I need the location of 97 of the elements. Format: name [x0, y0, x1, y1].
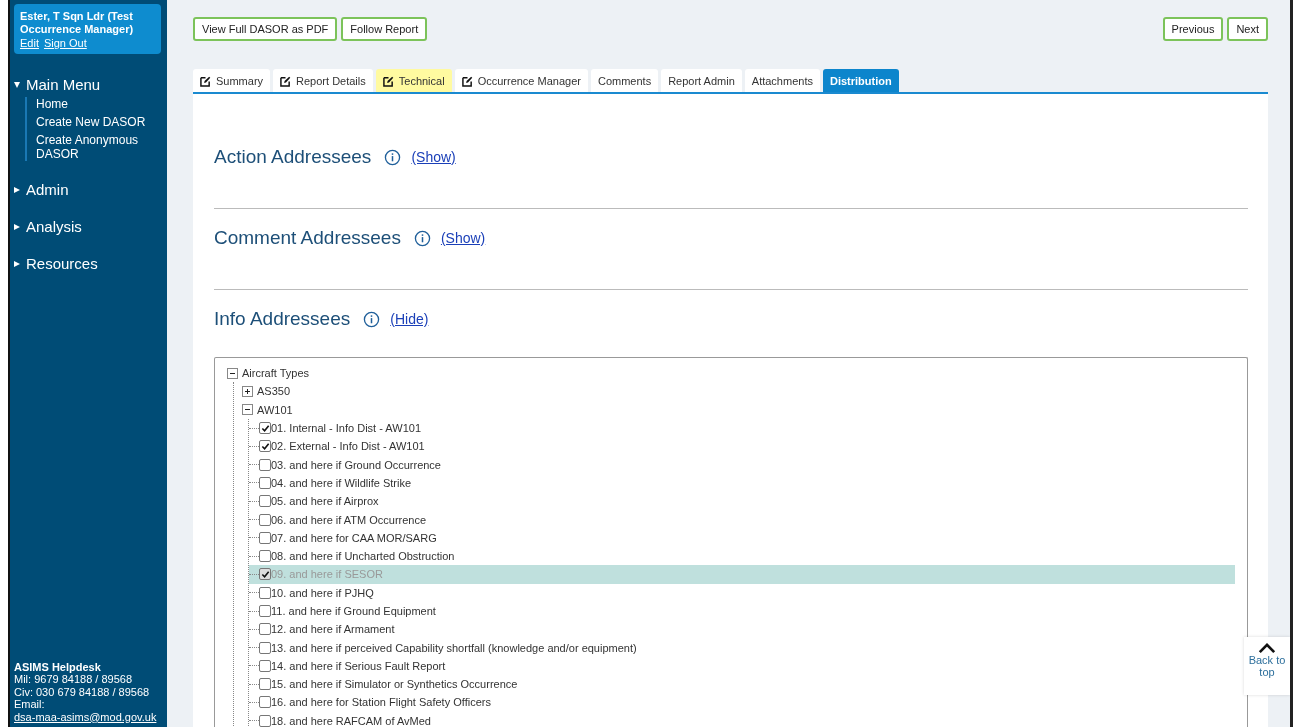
helpdesk-phone: Civ: 030 679 84188 / 89568 — [14, 685, 151, 698]
user-link[interactable]: Edit — [20, 37, 39, 49]
tab[interactable]: Summary — [193, 69, 271, 92]
toolbar-button[interactable]: Follow Report — [341, 17, 428, 41]
checkbox[interactable] — [259, 714, 271, 727]
section-title: Action Addressees — [214, 146, 372, 168]
option-label: 11. and here if Ground Equipment — [271, 605, 436, 617]
menu-item[interactable]: Create Anonymous DASOR — [36, 133, 167, 161]
option-label: 16. and here for Station Flight Safety Officers — [271, 696, 491, 709]
edit-icon — [280, 75, 292, 87]
edit-icon — [200, 75, 211, 87]
section-title: Info Addressees — [214, 308, 351, 330]
info-icon[interactable] — [413, 229, 431, 247]
tab[interactable]: Technical — [375, 69, 452, 92]
caret-up-icon — [1258, 643, 1276, 654]
user-name: Ester, T Sqn Ldr (Test Occurrence Manager) — [20, 10, 135, 36]
option-label: 12. and here if Armament — [271, 623, 395, 636]
checkbox[interactable] — [259, 550, 271, 563]
checkbox[interactable] — [259, 495, 271, 508]
checkbox[interactable] — [259, 696, 271, 709]
menu-heading[interactable]: Analysis — [26, 218, 82, 235]
option-label: 14. and here if Serious Fault Report — [271, 659, 446, 672]
tab[interactable]: Attachments — [744, 69, 820, 92]
tree-row[interactable]: 08. and here if Uncharted Obstruction — [249, 546, 1235, 566]
toggle-link[interactable]: (Show) — [440, 230, 486, 246]
tree-item[interactable]: AW101 — [257, 403, 293, 416]
option-label: 13. and here if perceived Capability shortfall (knowledge and/or equipment) — [271, 641, 637, 654]
minus-icon[interactable] — [242, 404, 253, 416]
tree-row[interactable]: 15. and here if Simulator or Synthetics Occurrence — [249, 675, 1235, 694]
option-label: 18. and here RAFCAM of AvMed — [271, 714, 431, 727]
tree-row[interactable]: 11. and here if Ground Equipment — [249, 601, 1235, 621]
checkbox[interactable] — [259, 586, 271, 599]
tree-row[interactable]: 06. and here if ATM Occurrence — [249, 510, 1235, 529]
tree-row[interactable]: 03. and here if Ground Occurrence — [249, 455, 1235, 474]
option-label: 06. and here if ATM Occurrence — [271, 513, 427, 526]
edit-icon — [461, 75, 473, 87]
checkbox[interactable] — [259, 605, 271, 617]
tree-row[interactable]: 14. and here if Serious Fault Report — [249, 656, 1235, 676]
menu-heading[interactable]: Resources — [26, 255, 98, 272]
tab[interactable]: Occurrence Manager — [454, 69, 588, 92]
checkbox[interactable] — [259, 422, 271, 435]
option-label: 15. and here if Simulator or Synthetics Occurrence — [271, 678, 518, 691]
edit-icon — [382, 75, 394, 87]
option-label: 02. External - Info Dist - AW101 — [271, 440, 425, 453]
tab[interactable]: Distribution — [822, 69, 899, 92]
toggle-link[interactable]: (Show) — [411, 149, 456, 165]
tree-item[interactable]: Aircraft Types — [242, 367, 310, 380]
tree-row[interactable]: 18. and here RAFCAM of AvMed — [249, 711, 1235, 727]
minus-icon[interactable] — [227, 367, 238, 379]
menu-item[interactable]: Home — [36, 97, 167, 111]
info-icon[interactable] — [363, 310, 381, 328]
checkbox[interactable] — [259, 513, 271, 526]
tab[interactable]: Report Details — [273, 69, 373, 92]
checkbox[interactable] — [259, 531, 271, 544]
toolbar-button[interactable]: View Full DASOR as PDF — [193, 17, 338, 41]
option-label: 03. and here if Ground Occurrence — [271, 458, 441, 471]
email-label: Email: — [14, 698, 45, 710]
nav-button[interactable]: Previous — [1162, 17, 1224, 41]
tree-row[interactable]: 13. and here if perceived Capability shortfall (knowledge and/or equipment) — [249, 638, 1235, 657]
helpdesk-title: ASIMS Helpdesk — [14, 660, 102, 673]
tree-row[interactable]: 02. External - Info Dist - AW101 — [249, 437, 1235, 456]
tree-row[interactable]: 12. and here if Armament — [249, 620, 1235, 639]
option-label: 10. and here if PJHQ — [271, 586, 374, 599]
helpdesk-phone: Mil: 9679 84188 / 89568 — [14, 673, 134, 686]
tree-item[interactable]: AS350 — [257, 385, 291, 398]
tree-row[interactable]: 04. and here if Wildlife Strike — [249, 473, 1235, 493]
option-label: 07. and here for CAA MOR/SARG — [271, 531, 437, 544]
plus-icon[interactable] — [242, 385, 253, 397]
option-label: 05. and here if Airprox — [271, 495, 379, 508]
option-label: 09. and here if SESOR — [271, 568, 383, 581]
toggle-link[interactable]: (Hide) — [390, 311, 429, 327]
tab[interactable]: Report Admin — [661, 69, 742, 92]
email-link[interactable]: dsa-maa-asims@mod.gov.uk — [14, 710, 157, 723]
checkbox[interactable] — [259, 440, 271, 453]
checkbox[interactable] — [259, 659, 271, 672]
section-title: Comment Addressees — [214, 227, 401, 249]
menu-item[interactable]: Create New DASOR — [36, 115, 167, 129]
checkbox[interactable] — [259, 458, 271, 471]
tree-row[interactable]: 05. and here if Airprox — [249, 492, 1235, 511]
option-label: 01. Internal - Info Dist - AW101 — [271, 422, 421, 435]
tree-row[interactable]: 16. and here for Station Flight Safety Officers — [249, 693, 1235, 712]
tree-row[interactable]: 10. and here if PJHQ — [249, 583, 1235, 602]
menu-heading[interactable]: Admin — [26, 181, 69, 198]
checkbox[interactable] — [259, 641, 271, 654]
tab[interactable]: Comments — [590, 69, 659, 92]
option-label: 08. and here if Uncharted Obstruction — [271, 550, 455, 563]
menu-heading[interactable]: Main Menu — [26, 76, 101, 93]
info-icon[interactable] — [384, 148, 402, 166]
checkbox[interactable] — [259, 678, 271, 691]
tree-row[interactable]: 01. Internal - Info Dist - AW101 — [249, 418, 1235, 438]
nav-button[interactable]: Next — [1227, 17, 1268, 41]
checkbox[interactable] — [259, 623, 271, 636]
option-label: 04. and here if Wildlife Strike — [271, 476, 411, 489]
back-to-top-button[interactable]: Back to top — [1244, 637, 1290, 695]
user-link[interactable]: Sign Out — [43, 37, 87, 49]
checkbox[interactable] — [259, 476, 271, 489]
tree-row[interactable]: 07. and here for CAA MOR/SARG — [249, 528, 1235, 547]
